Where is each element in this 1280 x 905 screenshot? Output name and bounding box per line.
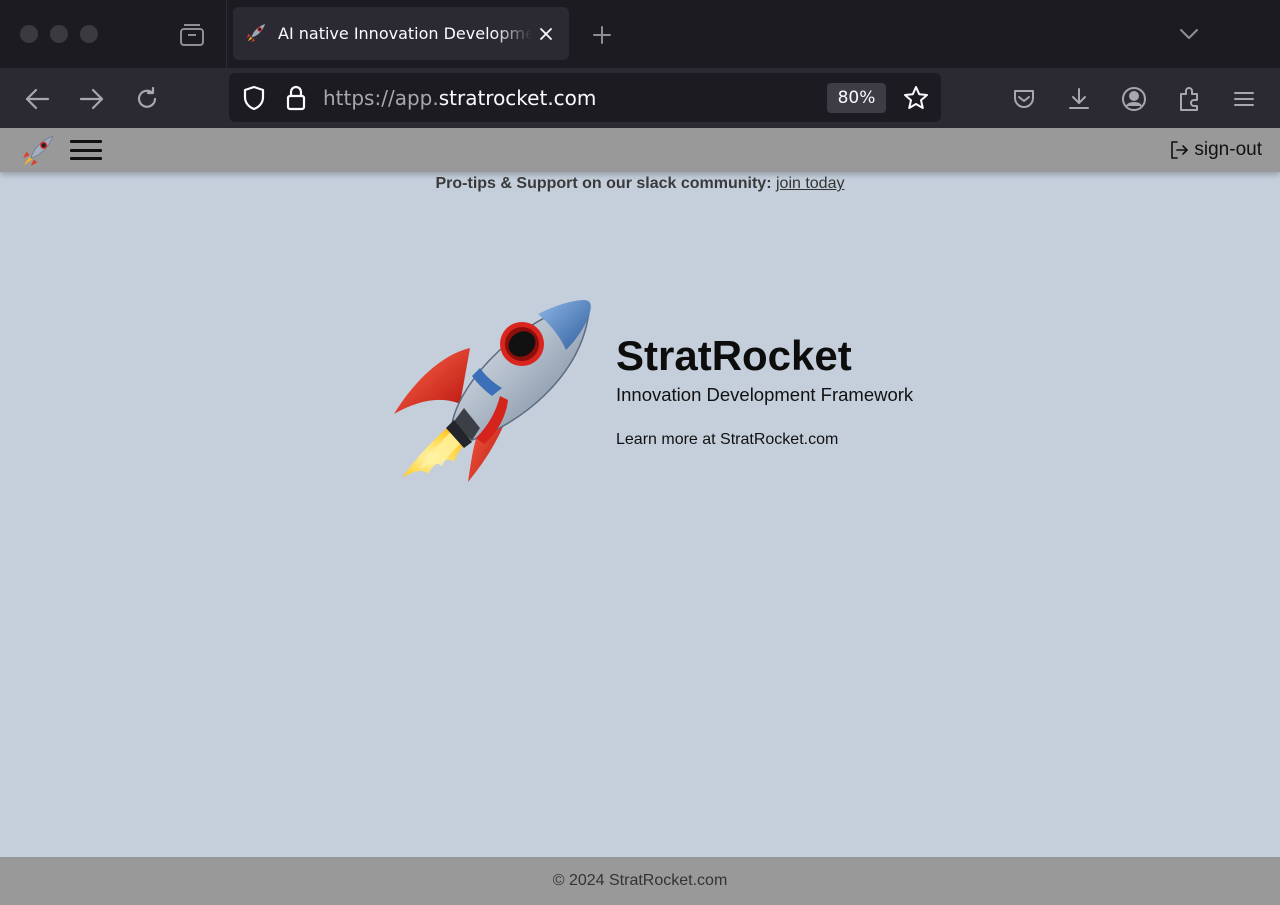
tab-divider (226, 0, 227, 68)
zoom-reset-button[interactable]: 80% (827, 83, 886, 113)
back-button[interactable] (22, 84, 52, 114)
chevron-down-icon (1180, 29, 1198, 39)
page-content: sign-out Pro-tips & Support on our slack… (0, 128, 1280, 905)
url-host: stratrocket.com (438, 86, 597, 110)
app-header: sign-out (0, 128, 1280, 172)
rocket-logo-icon[interactable] (21, 134, 55, 168)
hamburger-bar (70, 148, 102, 152)
app-menu-button[interactable] (1229, 84, 1259, 114)
sign-out-button[interactable]: sign-out (1169, 138, 1262, 162)
footer-copyright: © 2024 StratRocket.com (552, 872, 728, 889)
tab-title: AI native Innovation Development Framewo… (278, 24, 532, 43)
pocket-button[interactable] (1009, 84, 1039, 114)
menu-icon (1234, 92, 1254, 106)
forward-button[interactable] (77, 84, 107, 114)
tab-close-button[interactable] (535, 23, 557, 45)
rocket-icon (246, 23, 266, 43)
star-icon (904, 86, 928, 109)
page-footer: © 2024 StratRocket.com (0, 857, 1280, 905)
url-bar[interactable]: https://app.stratrocket.com 80% (229, 73, 941, 122)
new-tab-button[interactable] (588, 21, 616, 49)
join-today-link[interactable]: join today (776, 175, 845, 192)
arrow-right-icon (79, 88, 104, 110)
reload-icon (137, 86, 157, 108)
tab-overflow-button[interactable] (1175, 22, 1203, 46)
reload-button[interactable] (132, 84, 162, 114)
downloads-button[interactable] (1064, 84, 1094, 114)
url-scheme: https://app. (323, 86, 439, 110)
account-icon (1122, 87, 1146, 111)
pocket-icon (1014, 90, 1034, 108)
learn-more-text[interactable]: Learn more at StratRocket.com (616, 429, 838, 451)
protip-banner: Pro-tips & Support on our slack communit… (0, 173, 1280, 195)
download-icon (1069, 88, 1089, 109)
window-minimize-button[interactable] (50, 25, 68, 43)
arrow-left-icon (25, 88, 50, 110)
sign-out-icon (1171, 141, 1189, 159)
plus-icon (593, 26, 611, 44)
close-icon (540, 28, 552, 40)
tab-tray-icon (180, 24, 204, 46)
protip-text: Pro-tips & Support on our slack communit… (435, 175, 772, 192)
rocket-illustration (394, 300, 591, 482)
hamburger-menu-button[interactable] (70, 137, 102, 163)
shield-icon (243, 85, 265, 111)
sign-out-label: sign-out (1194, 139, 1262, 160)
hamburger-bar (70, 140, 102, 143)
puzzle-piece-icon (1180, 87, 1198, 111)
browser-nav-bar: https://app.stratrocket.com 80% (0, 68, 1280, 128)
url-text[interactable]: https://app.stratrocket.com (323, 86, 596, 110)
account-button[interactable] (1119, 84, 1149, 114)
hero-title: StratRocket (616, 332, 852, 379)
active-tab[interactable]: AI native Innovation Development Framewo… (233, 7, 569, 60)
site-info-button[interactable] (283, 85, 309, 111)
tracking-protection-button[interactable] (241, 85, 267, 111)
window-close-button[interactable] (20, 25, 38, 43)
extensions-button[interactable] (1174, 84, 1204, 114)
hero-subtitle: Innovation Development Framework (616, 384, 914, 405)
hamburger-bar (70, 157, 102, 160)
lock-icon (286, 85, 306, 111)
window-zoom-button[interactable] (80, 25, 98, 43)
browser-tab-bar: AI native Innovation Development Framewo… (0, 0, 1280, 68)
list-all-tabs-button[interactable] (176, 20, 208, 50)
bookmark-button[interactable] (902, 84, 930, 112)
